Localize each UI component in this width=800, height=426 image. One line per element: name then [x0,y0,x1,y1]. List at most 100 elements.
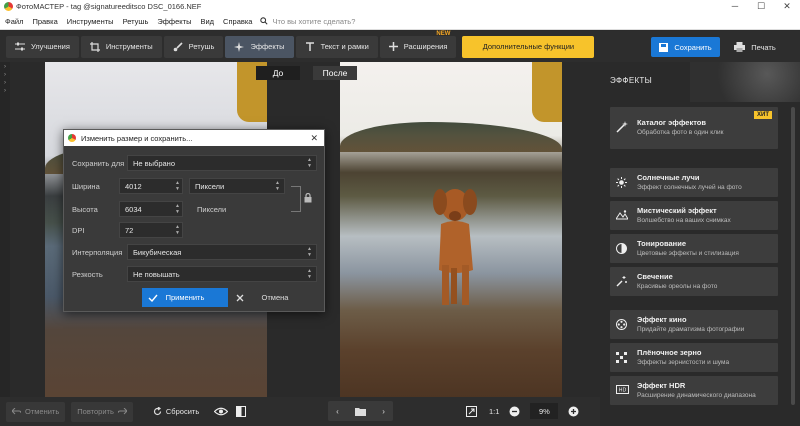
tab-tools[interactable]: Инструменты [80,35,162,58]
chevron-right-icon[interactable]: › [0,64,10,70]
menu-effects[interactable]: Эффекты [152,17,195,26]
zoom-out-icon[interactable] [509,406,520,417]
sharpness-select[interactable]: Не повышать ▲ ▼ [127,266,317,282]
effect-card-hdr[interactable]: HD Эффект HDR Расширение динамического д… [610,376,778,405]
cancel-button[interactable]: Отмена [232,288,318,307]
menu-file[interactable]: Файл [0,17,27,26]
menu-help[interactable]: Справка [218,17,256,26]
effect-card-sunrays[interactable]: Солнечные лучи Эффект солнечных лучей на… [610,168,778,197]
compare-button[interactable] [231,402,251,422]
folder-icon[interactable] [355,407,366,416]
effect-subtitle: Волшебство на ваших снимках [637,217,731,224]
mystic-icon [616,210,628,220]
save-for-select[interactable]: Не выбрано ▲ ▼ [127,155,317,171]
height-units: Пиксели [197,204,227,214]
tab-extensions-label: Расширения [403,42,448,51]
redo-button[interactable]: Повторить [71,401,133,422]
save-for-value: Не выбрано [133,158,175,168]
actual-size-button[interactable]: 1:1 [489,407,499,416]
effect-card-mystic[interactable]: Мистический эффект Волшебство на ваших с… [610,201,778,230]
tab-extensions[interactable]: Расширения NEW [379,31,457,58]
preview-eye-button[interactable] [211,402,231,422]
search-placeholder: Что вы хотите сделать? [272,16,356,26]
floppy-icon [659,42,669,52]
tab-text-frames[interactable]: Текст и рамки [295,35,378,58]
height-value: 6034 [125,204,142,214]
window-title: ФотоМАСТЕР - tag @signatureeditsco DSC_0… [16,2,202,11]
redo-icon [117,408,127,415]
menu-view[interactable]: Вид [195,17,218,26]
print-button[interactable]: Печать [725,37,785,57]
menu-tools[interactable]: Инструменты [62,17,118,26]
menu-retouch[interactable]: Ретушь [118,17,153,26]
minimize-icon[interactable]: ─ [722,1,748,12]
plus-icon [388,42,398,51]
extra-functions-button[interactable]: Дополнительные функции [462,35,595,58]
after-label[interactable]: После [313,66,357,80]
effect-title: Свечение [637,272,673,281]
maximize-icon[interactable]: ☐ [748,1,774,12]
hit-badge: ХИТ [754,111,772,119]
tab-tools-label: Инструменты [105,42,153,51]
apply-button[interactable]: Применить [142,288,228,307]
effect-title: Мистический эффект [637,206,717,215]
before-label[interactable]: До [256,66,300,80]
chevron-left-icon[interactable]: ‹ [336,407,339,416]
panel-bottom [600,412,800,426]
save-for-label: Сохранить для [72,158,125,168]
chevron-right-icon[interactable]: › [0,80,10,86]
panel-banner [690,62,800,102]
menu-bar: Файл Правка Инструменты Ретушь Эффекты В… [0,13,800,30]
effect-subtitle: Эффекты зернистости и шума [637,359,730,366]
effect-subtitle: Цветовые эффекты и стилизация [637,250,739,257]
effect-card-toning[interactable]: Тонирование Цветовые эффекты и стилизаци… [610,234,778,263]
lock-icon[interactable] [304,193,312,203]
undo-button[interactable]: Отменить [6,401,66,422]
effect-card-catalog[interactable]: Каталог эффектов Обработка фото в один к… [610,107,778,149]
aspect-link-bracket [291,186,301,212]
menu-edit[interactable]: Правка [27,17,61,26]
stepper-icon[interactable]: ▲ ▼ [175,203,180,215]
hdr-icon: HD [616,385,629,394]
dog-figure [433,189,477,305]
dialog-close-icon[interactable]: ✕ [310,133,318,144]
fit-screen-icon[interactable] [466,405,477,417]
zoom-controls: 1:1 9% [466,401,600,421]
tab-effects[interactable]: Эффекты [225,35,294,58]
effects-panel: ЭФФЕКТЫ Каталог эффектов Обработка фото … [600,62,800,412]
chevron-right-icon[interactable]: › [0,72,10,78]
effect-title: Каталог эффектов [637,118,706,127]
width-label: Ширина [72,181,100,191]
interpolation-value: Бикубическая [133,247,182,257]
dpi-input[interactable]: 72 ▲ ▼ [119,222,183,238]
width-input[interactable]: 4012 ▲ ▼ [119,178,183,194]
tab-retouch[interactable]: Ретушь [163,35,224,58]
effect-card-cinema[interactable]: Эффект кино Придайте драматизма фотограф… [610,310,778,339]
close-icon[interactable]: ✕ [774,1,800,12]
zoom-in-icon[interactable] [568,406,579,417]
grain-icon [616,352,627,363]
sparkle-icon [234,41,245,52]
chevron-right-icon[interactable]: › [0,88,10,94]
panel-scrollbar[interactable] [791,107,795,405]
tab-improvements[interactable]: Улучшения [6,35,79,58]
effect-card-grain[interactable]: Плёночное зерно Эффекты зернистости и шу… [610,343,778,372]
menu-search[interactable]: Что вы хотите сделать? [260,17,355,26]
stepper-icon[interactable]: ▲ ▼ [175,180,180,192]
reset-button[interactable]: Сбросить [147,402,205,422]
toning-icon [616,243,627,254]
stepper-icon[interactable]: ▲ ▼ [175,224,180,236]
chevron-right-icon[interactable]: › [382,407,385,416]
zoom-level[interactable]: 9% [530,403,559,419]
effect-title: Плёночное зерно [637,348,702,357]
save-label: Сохранить [674,42,712,52]
effect-subtitle: Красивые ореолы на фото [637,283,718,290]
height-input[interactable]: 6034 ▲ ▼ [119,201,183,217]
printer-icon [734,42,746,52]
undo-label: Отменить [25,407,60,416]
interpolation-select[interactable]: Бикубическая ▲ ▼ [127,244,317,260]
units-select[interactable]: Пиксели ▲ ▼ [189,178,285,194]
save-button[interactable]: Сохранить [651,37,720,57]
effect-card-glow[interactable]: Свечение Красивые ореолы на фото [610,267,778,296]
checkmark-icon [148,294,158,302]
